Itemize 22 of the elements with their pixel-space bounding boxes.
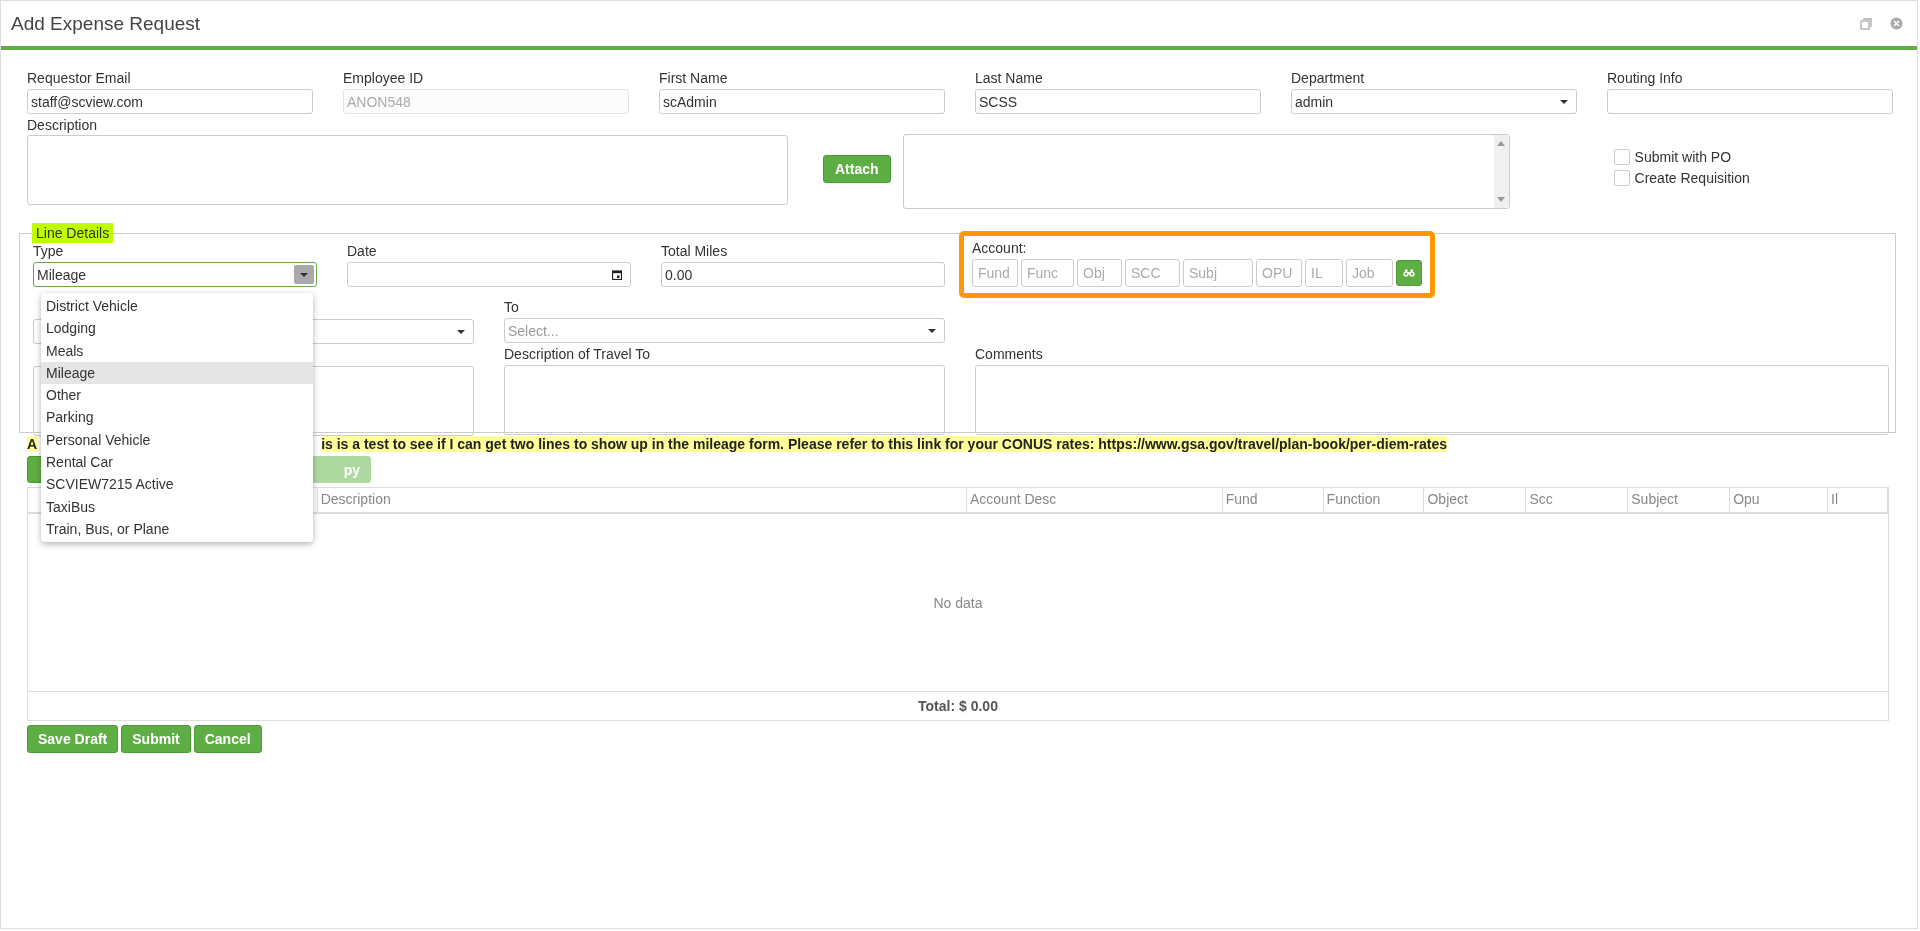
field-label: Requestor Email: [27, 70, 132, 86]
field-label: First Name: [659, 70, 729, 86]
note-text: A: [27, 436, 38, 452]
field-label: Comments: [975, 346, 1044, 362]
window-title: Add Expense Request: [11, 12, 201, 35]
field-label: To: [504, 299, 520, 315]
section-legend: Line Details: [32, 223, 114, 243]
field-label: Routing Info: [1607, 70, 1684, 86]
checkbox-label: Create Requisition: [1634, 170, 1750, 186]
checkbox-label: Submit with PO: [1634, 149, 1732, 165]
field-label: Total Miles: [661, 243, 729, 259]
note-text: is is a test to see if I can get two lines to show up in the mileage form. Please refer to this link for your CONUS rates: https://www.gsa.gov/travel/plan-book/per-diem-rates: [321, 436, 1448, 452]
empty-message: No data: [933, 594, 983, 611]
field-label: Type: [33, 243, 65, 259]
field-label: Department: [1291, 70, 1366, 86]
field-label: Account:: [972, 240, 1028, 256]
field-label: Description: [27, 117, 99, 133]
total-text: Total: $ 0.00: [918, 698, 998, 714]
field-label: Description of Travel To: [504, 346, 652, 362]
field-label: Last Name: [975, 70, 1044, 86]
field-label: Employee ID: [343, 70, 425, 86]
field-label: Date: [347, 243, 378, 259]
